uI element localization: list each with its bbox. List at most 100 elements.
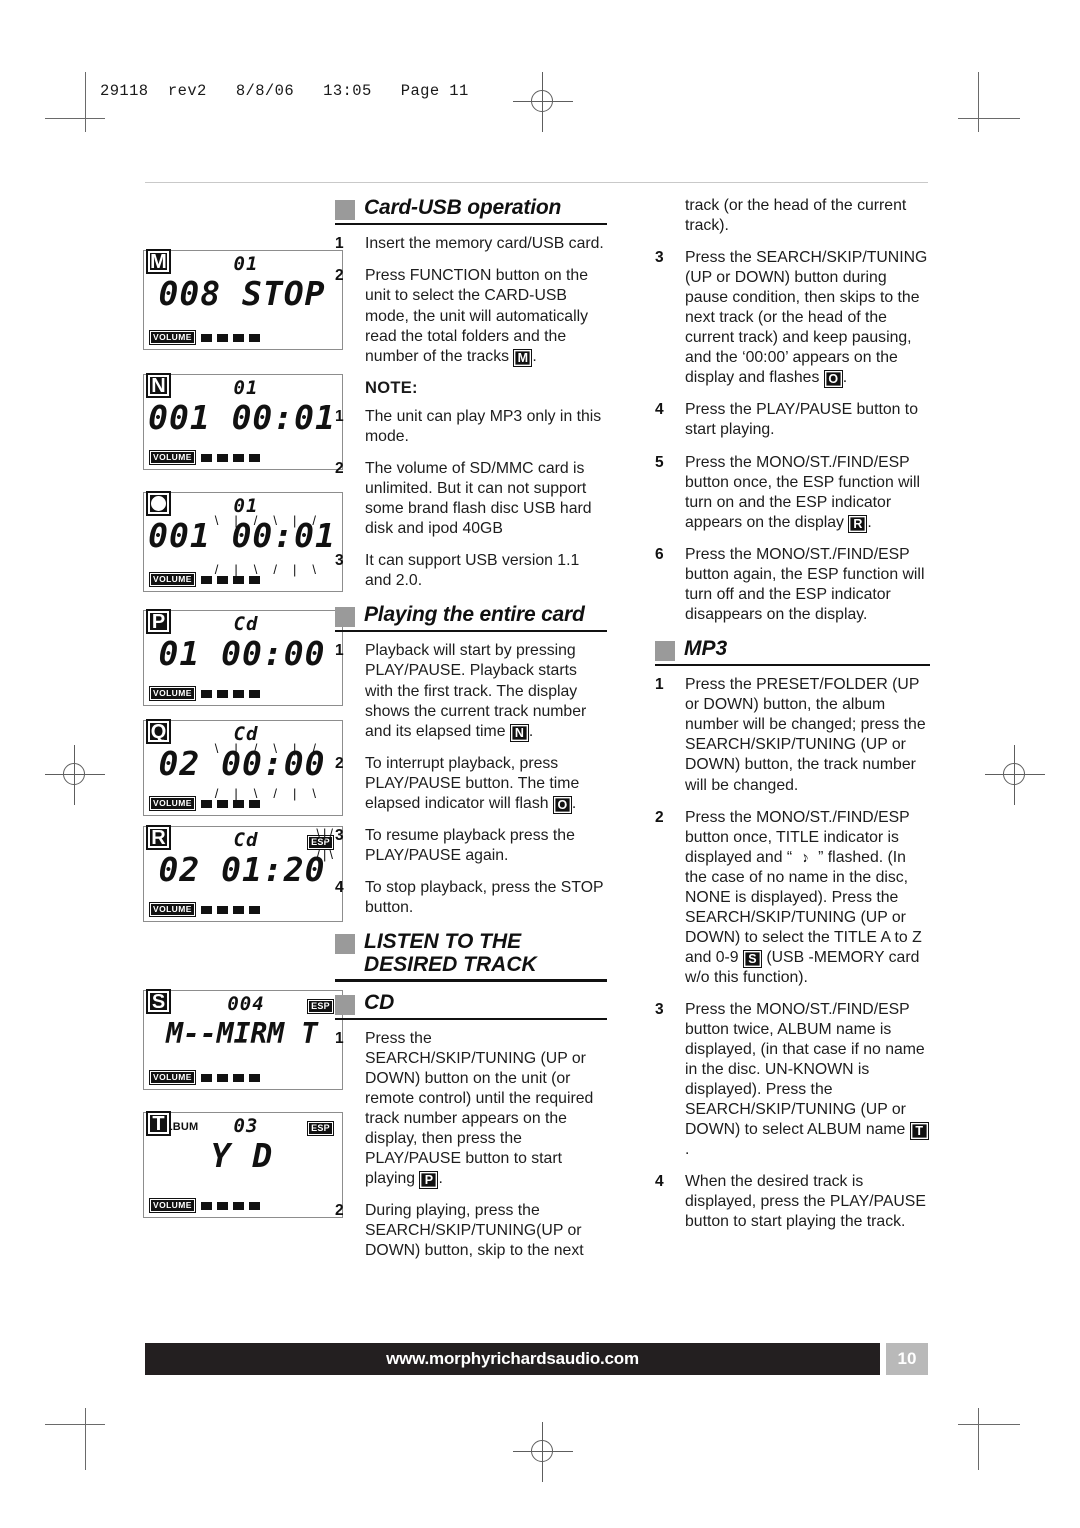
- list-item: 4 To stop playback, press the STOP button…: [335, 878, 607, 918]
- lcd-top-value: Cd: [233, 829, 259, 851]
- marker-o: O: [823, 370, 843, 389]
- registration-mark-right: [985, 745, 1045, 805]
- volume-label: VOLUME: [149, 572, 196, 587]
- step-text: The volume of SD/MMC card is unlimited. …: [365, 459, 592, 537]
- footer-page-number: 10: [886, 1343, 928, 1375]
- step-number: 4: [335, 878, 344, 896]
- step-text: Press the PRESET/FOLDER (UP or DOWN) but…: [685, 676, 926, 794]
- section-header: Playing the entire card: [335, 603, 607, 628]
- list-item: 1 The unit can play MP3 only in this mode…: [335, 407, 607, 447]
- list-item: 3 Press the SEARCH/SKIP/TUNING (UP or DOW…: [655, 248, 930, 389]
- content-top-rule: [145, 182, 928, 183]
- page-footer: www.morphyrichardsaudio.com 10: [145, 1343, 928, 1375]
- flash-ticks: \|/\|/: [214, 741, 332, 756]
- content-section: Playing the entire card 1 Playback will st…: [335, 603, 607, 918]
- middle-text-column: Card-USB operation 1 Insert the memory car…: [335, 196, 607, 1273]
- section-rule: [655, 663, 930, 667]
- step-number: 3: [335, 551, 344, 569]
- list-item: 4 When the desired track is displayed, pr…: [655, 1172, 930, 1232]
- volume-bars: [200, 689, 260, 698]
- volume-bars: [200, 1201, 260, 1210]
- list-item: 2 The volume of SD/MMC card is unlimited.…: [335, 459, 607, 539]
- volume-indicator: VOLUME: [149, 796, 260, 811]
- step-text: Playback will start by pressing PLAY/PAU…: [365, 642, 587, 742]
- section-rule: [335, 1017, 607, 1020]
- step-number: 1: [655, 676, 664, 694]
- list-item: 5 Press the MONO/ST./FIND/ESP button once…: [655, 453, 930, 533]
- crop-mark: [85, 72, 87, 132]
- lcd-screen: 01 001 00:01 \|/\|//|\/|\ VOLUME: [143, 492, 343, 592]
- marker-o: O: [552, 795, 572, 814]
- section-bullet-icon: [335, 994, 355, 1015]
- step-number: 4: [655, 1173, 664, 1191]
- lcd-main-value: 008 STOP: [158, 274, 326, 313]
- crop-mark: [958, 1424, 1020, 1426]
- volume-label: VOLUME: [149, 796, 196, 811]
- lcd-top-value: 03: [233, 1115, 259, 1137]
- step-number: 2: [335, 1202, 344, 1220]
- content-section: LISTEN TO THE DESIRED TRACK: [335, 930, 607, 982]
- list-item: 1 Press the SEARCH/SKIP/TUNING (UP or DOW…: [335, 1029, 607, 1190]
- registration-mark-top: [513, 72, 573, 132]
- continuation-text: track (or the head of the current track)…: [685, 197, 907, 235]
- crop-mark: [85, 1408, 87, 1470]
- volume-bars: [200, 799, 260, 808]
- footer-website[interactable]: www.morphyrichardsaudio.com: [145, 1343, 880, 1375]
- section-rule: [335, 630, 607, 633]
- list-item: 2 Press the MONO/ST./FIND/ESP button once…: [655, 808, 930, 988]
- volume-bars: [200, 333, 260, 342]
- content-section: NOTE: 1 The unit can play MP3 only in this…: [335, 379, 607, 591]
- lcd-panel-m: M 01 008 STOP VOLUME: [143, 249, 343, 350]
- step-text: Press the MONO/ST./FIND/ESP button once,…: [685, 808, 922, 986]
- marker-r: R: [848, 514, 868, 533]
- step-number: 1: [335, 642, 344, 660]
- page-slug: 29118 rev2 8/8/06 13:05 Page 11: [100, 82, 469, 100]
- step-list: 1 Insert the memory card/USB card. 2 Press …: [335, 234, 607, 367]
- step-list: 1 Press the PRESET/FOLDER (UP or DOWN) bu…: [655, 675, 930, 1232]
- section-title: LISTEN TO THE DESIRED TRACK: [364, 930, 537, 977]
- volume-indicator: VOLUME: [149, 450, 260, 465]
- volume-label: VOLUME: [149, 902, 196, 917]
- panel-marker-n: N: [146, 373, 171, 398]
- list-item: 4 Press the PLAY/PAUSE button to start pl…: [655, 400, 930, 440]
- section-header: LISTEN TO THE DESIRED TRACK: [335, 930, 607, 976]
- flash-ticks: \|/\|/: [214, 513, 332, 528]
- volume-indicator: VOLUME: [149, 330, 260, 345]
- volume-label: VOLUME: [149, 686, 196, 701]
- step-text: During playing, press the SEARCH/SKIP/TU…: [365, 1202, 584, 1260]
- section-rule: [335, 223, 607, 226]
- step-number: 3: [335, 826, 344, 844]
- lcd-top-value: 004: [227, 993, 265, 1015]
- step-number: 1: [335, 1029, 344, 1047]
- volume-indicator: VOLUME: [149, 902, 260, 917]
- lcd-screen: ESP♪004M--MIRM TVOLUME: [143, 990, 343, 1090]
- step-text: To interrupt playback, press PLAY/PAUSE …: [365, 754, 580, 814]
- lcd-panel-p: P Cd 01 00:00 VOLUME: [143, 609, 343, 706]
- lcd-screen: 01 001 00:01 VOLUME: [143, 374, 343, 470]
- section-title: Playing the entire card: [364, 603, 585, 627]
- step-text: To resume playback press the PLAY/PAUSE …: [365, 826, 575, 864]
- volume-label: VOLUME: [149, 1070, 196, 1085]
- lcd-panel-t: T ESP ♪ALBUM 03 Y D VOLUME: [143, 1111, 343, 1218]
- list-item: 3 It can support USB version 1.1 and 2.0.: [335, 551, 607, 591]
- section-header: CD: [335, 991, 607, 1015]
- section-bullet-icon: [335, 200, 355, 220]
- crop-mark: [45, 1424, 105, 1426]
- step-text: It can support USB version 1.1 and 2.0.: [365, 551, 580, 589]
- list-item: 3 Press the MONO/ST./FIND/ESP button twic…: [655, 1000, 930, 1160]
- step-text: Press the MONO/ST./FIND/ESP button twice…: [685, 1000, 930, 1160]
- step-number: 3: [655, 1000, 664, 1018]
- section-header: Card-USB operation: [335, 196, 607, 220]
- panel-marker-o: [146, 491, 171, 516]
- content-section: MP3 1 Press the PRESET/FOLDER (UP or DOWN)…: [655, 637, 930, 1233]
- registration-mark-left: [45, 745, 105, 805]
- step-text: Press the SEARCH/SKIP/TUNING (UP or DOWN…: [685, 249, 928, 389]
- volume-bars: [200, 1073, 260, 1082]
- step-number: 5: [655, 453, 664, 471]
- volume-indicator: VOLUME: [149, 572, 260, 587]
- marker-n: N: [509, 723, 529, 742]
- volume-indicator: VOLUME: [149, 1198, 260, 1213]
- lcd-panel-o: 01 001 00:01 \|/\|//|\/|\ VOLUME: [143, 491, 343, 592]
- marker-t: T: [909, 1122, 929, 1141]
- volume-indicator: VOLUME: [149, 1070, 260, 1085]
